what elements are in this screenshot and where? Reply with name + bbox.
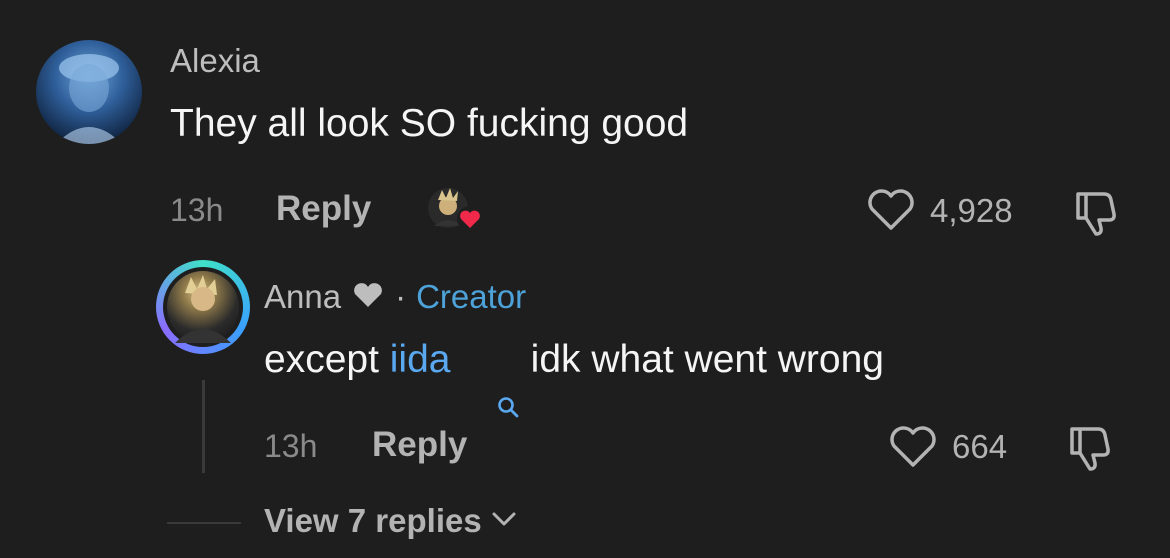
comment-reply-button[interactable]: Reply — [276, 189, 371, 229]
comment-like-count: 4,928 — [930, 192, 1013, 229]
separator-dot: · — [395, 278, 407, 315]
avatar-anna[interactable] — [156, 260, 250, 354]
reply-text-before: except — [264, 338, 390, 381]
comment-timestamp: 13h — [170, 192, 224, 228]
reply-reply-button[interactable]: Reply — [372, 425, 467, 465]
reply-header: Anna · Creator — [264, 278, 526, 316]
reply-like-count: 664 — [952, 428, 1008, 465]
dislike-icon[interactable] — [1070, 188, 1122, 236]
creator-badge: Creator — [416, 278, 527, 315]
reply-text-after: idk what went wrong — [519, 338, 884, 381]
dislike-icon[interactable] — [1064, 423, 1116, 471]
comment-text: They all look SO fucking good — [170, 102, 689, 145]
reply-timestamp: 13h — [264, 428, 318, 464]
creator-liked-badge — [426, 186, 486, 236]
reply-text: except iida idk what went wrong — [264, 338, 884, 473]
mention-link[interactable]: iida — [390, 338, 451, 382]
view-replies-button[interactable]: View 7 replies — [264, 502, 518, 540]
heart-icon — [351, 281, 385, 314]
comment-username[interactable]: Alexia — [170, 42, 260, 80]
heart-outline-icon[interactable] — [888, 425, 938, 469]
reply-username[interactable]: Anna — [264, 278, 341, 316]
heart-badge-icon — [456, 206, 484, 237]
avatar-alexia[interactable] — [36, 40, 142, 144]
chevron-down-icon — [490, 509, 518, 534]
thread-line — [202, 380, 205, 473]
divider — [167, 522, 241, 524]
view-replies-label: View 7 replies — [264, 502, 482, 539]
heart-outline-icon[interactable] — [866, 188, 916, 232]
